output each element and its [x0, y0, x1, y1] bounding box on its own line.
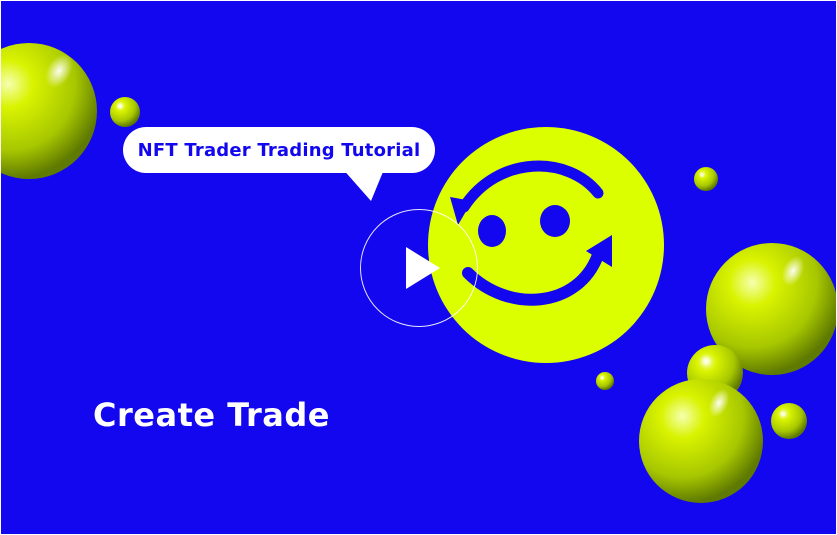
sphere-bottom-right-large — [639, 379, 763, 503]
sphere-top-left-large — [1, 43, 97, 179]
sphere-small-top — [110, 97, 140, 127]
sphere-small-bottom — [771, 403, 807, 439]
speech-bubble-title: NFT Trader Trading Tutorial — [123, 127, 435, 173]
sphere-tiny — [596, 372, 614, 390]
play-button[interactable] — [360, 209, 478, 327]
video-headline: Create Trade — [93, 396, 330, 434]
play-icon — [406, 247, 440, 289]
video-thumbnail[interactable]: NFT Trader Trading Tutorial Create Trade — [1, 1, 836, 534]
sphere-small-right — [694, 167, 718, 191]
